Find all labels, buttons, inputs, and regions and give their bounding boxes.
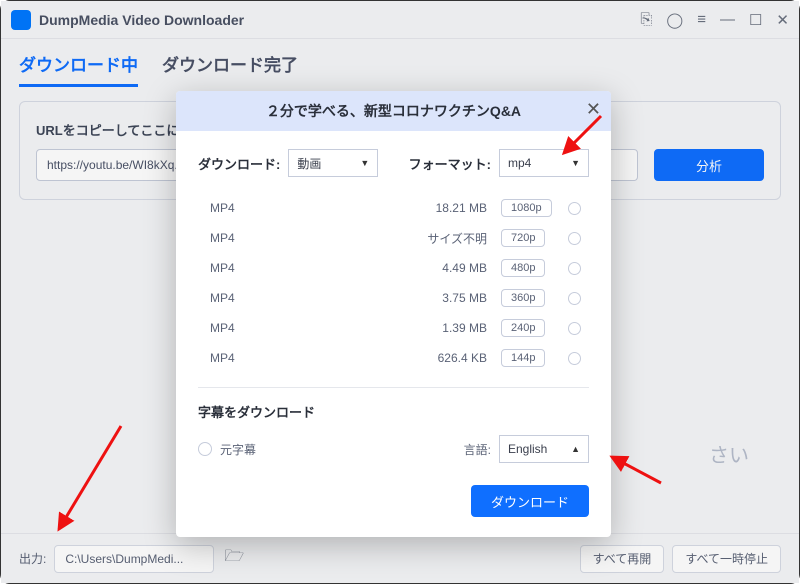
- format-value: mp4: [508, 156, 531, 170]
- chevron-down-icon: ▼: [360, 158, 369, 168]
- row-format: MP4: [202, 201, 272, 215]
- row-radio[interactable]: [568, 292, 581, 305]
- row-format: MP4: [202, 261, 272, 275]
- chevron-down-icon: ▼: [571, 158, 580, 168]
- resolution-row: MP41.39 MB240p: [202, 313, 585, 343]
- subtitle-header: 字幕をダウンロード: [198, 402, 589, 421]
- format-select[interactable]: mp4 ▼: [499, 149, 589, 177]
- resolution-row: MP4サイズ不明720p: [202, 223, 585, 253]
- subtitle-checkbox[interactable]: [198, 442, 212, 456]
- row-resolution: 360p: [501, 289, 563, 307]
- row-size: 18.21 MB: [272, 201, 501, 215]
- language-label: 言語:: [464, 441, 491, 458]
- row-format: MP4: [202, 291, 272, 305]
- format-label: フォーマット:: [409, 154, 491, 173]
- row-size: 4.49 MB: [272, 261, 501, 275]
- download-button[interactable]: ダウンロード: [471, 485, 589, 517]
- row-resolution: 480p: [501, 259, 563, 277]
- resolution-row: MP44.49 MB480p: [202, 253, 585, 283]
- download-type-select[interactable]: 動画 ▼: [288, 149, 378, 177]
- download-type-label: ダウンロード:: [198, 154, 280, 173]
- row-size: 626.4 KB: [272, 351, 501, 365]
- app-window: DumpMedia Video Downloader ⎘ ◯ ≡ — ☐ ✕ ダ…: [0, 0, 800, 584]
- chevron-up-icon: ▲: [571, 444, 580, 454]
- row-radio[interactable]: [568, 352, 581, 365]
- row-radio[interactable]: [568, 202, 581, 215]
- modal-header: ２分で学べる、新型コロナワクチンQ&A ✕: [176, 91, 611, 131]
- row-resolution: 240p: [501, 319, 563, 337]
- resolution-list: MP418.21 MB1080pMP4サイズ不明720pMP44.49 MB48…: [202, 193, 585, 373]
- row-format: MP4: [202, 351, 272, 365]
- row-size: 3.75 MB: [272, 291, 501, 305]
- row-radio[interactable]: [568, 232, 581, 245]
- row-format: MP4: [202, 321, 272, 335]
- row-radio[interactable]: [568, 322, 581, 335]
- resolution-row: MP43.75 MB360p: [202, 283, 585, 313]
- row-resolution: 1080p: [501, 199, 563, 217]
- resolution-row: MP4626.4 KB144p: [202, 343, 585, 373]
- row-size: 1.39 MB: [272, 321, 501, 335]
- row-resolution: 144p: [501, 349, 563, 367]
- language-select[interactable]: English ▲: [499, 435, 589, 463]
- modal-title: ２分で学べる、新型コロナワクチンQ&A: [266, 101, 521, 121]
- row-radio[interactable]: [568, 262, 581, 275]
- download-options-modal: ２分で学べる、新型コロナワクチンQ&A ✕ ダウンロード: 動画 ▼ フォーマッ…: [176, 91, 611, 537]
- row-resolution: 720p: [501, 229, 563, 247]
- row-size: サイズ不明: [272, 230, 501, 247]
- modal-overlay: ２分で学べる、新型コロナワクチンQ&A ✕ ダウンロード: 動画 ▼ フォーマッ…: [1, 1, 799, 583]
- language-value: English: [508, 442, 547, 456]
- download-type-value: 動画: [297, 155, 321, 172]
- subtitle-option-label: 元字幕: [220, 441, 256, 458]
- divider: [198, 387, 589, 388]
- row-format: MP4: [202, 231, 272, 245]
- resolution-row: MP418.21 MB1080p: [202, 193, 585, 223]
- close-icon[interactable]: ✕: [586, 99, 601, 120]
